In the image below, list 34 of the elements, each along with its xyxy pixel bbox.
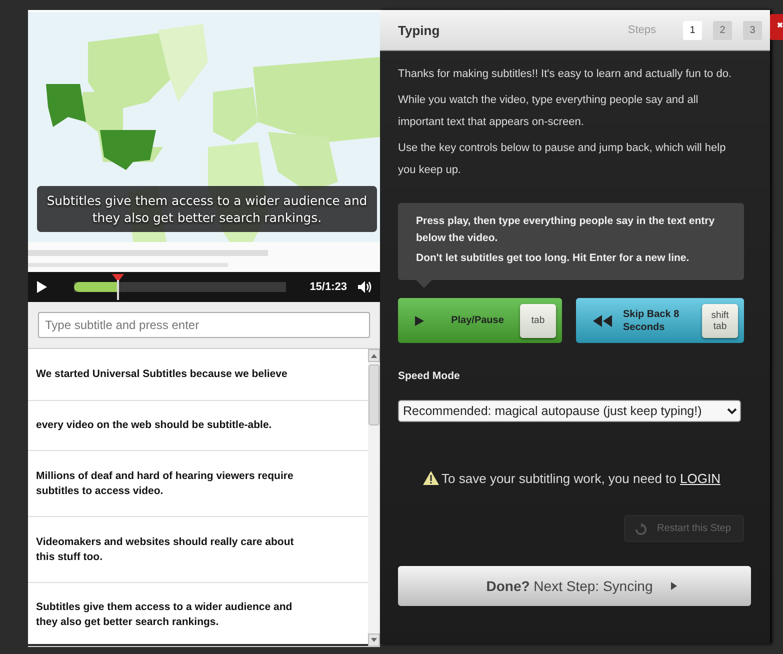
volume-icon[interactable] [357, 280, 372, 294]
panel-title: Typing [398, 22, 441, 38]
login-notice: To save your subtitling work, you need to LOGIN [442, 470, 720, 486]
play-icon [414, 314, 425, 326]
button-label: Play/Pause [450, 314, 505, 327]
speed-mode-label: Speed Mode [398, 370, 461, 382]
close-icon[interactable] [770, 14, 783, 40]
button-label: Skip Back 8 Seconds [622, 308, 680, 334]
arrow-icon [670, 582, 677, 590]
instruction-text: Use the key controls below to pause and jump back, which will help you keep up. [398, 141, 727, 178]
scrollbar[interactable] [368, 349, 380, 647]
keycap: tab [520, 304, 556, 338]
subtitle-input[interactable]: Type subtitle and press enter [38, 312, 370, 338]
step-tab[interactable]: 1 [683, 20, 702, 40]
rewind-icon [592, 314, 613, 328]
refresh-icon [635, 522, 647, 534]
instruction-text: While you watch the video, type everything people say and all important text that appears on-screen. [398, 93, 700, 130]
tip-text: Don't let subtitles get too long. Hit Enter for a new line. [416, 251, 690, 266]
playhead-handle[interactable] [112, 274, 124, 300]
warning-icon [422, 470, 440, 486]
keycap: shift tab [702, 304, 738, 338]
next-step-button[interactable]: Done? Next Step: Syncing [398, 566, 751, 606]
play-icon[interactable] [36, 280, 48, 294]
subtitle-caption: Subtitles give them access to a wider audience and they also get better search rankings. [37, 186, 377, 232]
instruction-text: Thanks for making subtitles!! It's easy to learn and actually fun to do. [398, 67, 732, 82]
login-link[interactable]: LOGIN [680, 470, 720, 486]
steps-label: Steps [628, 24, 656, 36]
step-tab[interactable]: 3 [743, 20, 762, 40]
play-pause-button[interactable]: Play/Pause tab [398, 298, 562, 343]
skip-back-button[interactable]: Skip Back 8 Seconds shift tab [576, 298, 744, 343]
time-readout: 15/1:23 [310, 281, 347, 293]
tip-text: Press play, then type everything people say in the text entry below the video. [416, 214, 716, 246]
speed-mode-select[interactable]: Recommended: magical autopause (just keep typing!) [398, 400, 741, 422]
step-tab[interactable]: 2 [713, 20, 732, 40]
